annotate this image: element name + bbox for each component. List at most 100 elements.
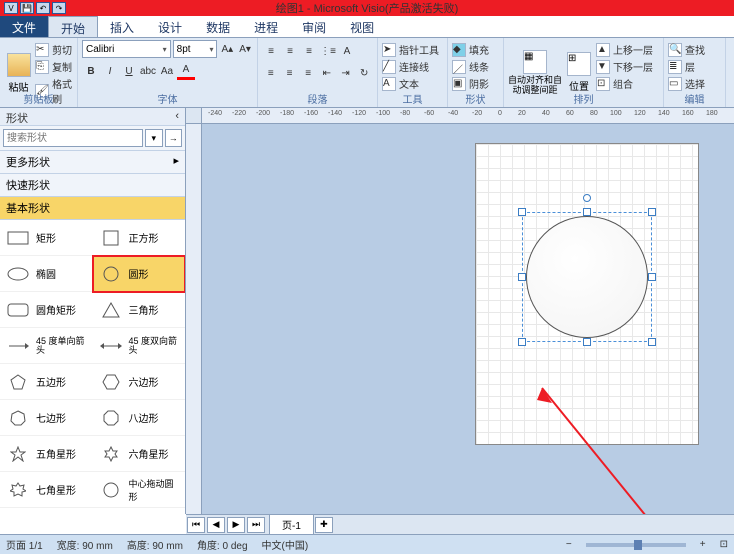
shape-circle[interactable]: 圆形 [93, 256, 186, 292]
shape-right-triangle[interactable]: 直角三角形 [0, 508, 93, 514]
align-bot-button[interactable]: ≡ [300, 42, 318, 60]
indent-inc-button[interactable]: ⇥ [337, 64, 355, 82]
cut-button[interactable]: ✂剪切 [35, 42, 73, 57]
shadow-icon: ▣ [452, 77, 466, 91]
align-center-button[interactable]: ≡ [281, 64, 299, 82]
search-input[interactable] [3, 129, 143, 147]
shrink-font-button[interactable]: A▾ [237, 40, 253, 58]
copy-button[interactable]: ⎘复制 [35, 59, 73, 74]
search-dropdown-button[interactable]: ▾ [145, 129, 163, 147]
shape-rounded-rect[interactable]: 圆角矩形 [0, 292, 93, 328]
tab-file[interactable]: 文件 [0, 16, 48, 37]
align-left-button[interactable]: ≡ [262, 64, 280, 82]
grow-font-button[interactable]: A▴ [219, 40, 235, 58]
handle-sw[interactable] [518, 338, 526, 346]
selected-shape[interactable] [522, 212, 652, 342]
handle-nw[interactable] [518, 208, 526, 216]
case-button[interactable]: Aa [158, 62, 176, 80]
shape-hexagon[interactable]: 六边形 [93, 364, 186, 400]
page-next-button[interactable]: ▶ [227, 517, 245, 533]
group-button[interactable]: ⊡组合 [596, 76, 653, 91]
zoom-slider[interactable] [586, 543, 686, 547]
shape-center-drag-circle[interactable]: 中心拖动圆形 [93, 472, 186, 508]
bring-forward-button[interactable]: ▲上移一层 [596, 42, 653, 57]
italic-button[interactable]: I [101, 62, 119, 80]
shape-square[interactable]: 正方形 [93, 220, 186, 256]
handle-w[interactable] [518, 273, 526, 281]
tab-home[interactable]: 开始 [48, 16, 98, 37]
cat-quick-shapes[interactable]: 快速形状 [0, 174, 185, 197]
drawing-page[interactable] [476, 144, 698, 444]
rotate-handle[interactable] [583, 194, 591, 202]
handle-n[interactable] [583, 208, 591, 216]
page-prev-button[interactable]: ◀ [207, 517, 225, 533]
tab-review[interactable]: 审阅 [290, 16, 338, 37]
handle-e[interactable] [648, 273, 656, 281]
zoom-in-button[interactable]: + [700, 539, 706, 550]
font-color-button[interactable]: A [177, 62, 195, 80]
handle-ne[interactable] [648, 208, 656, 216]
undo-icon[interactable]: ↶ [36, 2, 50, 14]
indent-dec-button[interactable]: ⇤ [318, 64, 336, 82]
canvas-area[interactable]: -240-220-200-180-160-140-120-100-80-60-4… [186, 108, 734, 514]
shape-rect[interactable]: 矩形 [0, 220, 93, 256]
page-tab-1[interactable]: 页-1 [269, 514, 314, 535]
zoom-thumb[interactable] [634, 540, 642, 550]
find-button[interactable]: 🔍查找 [668, 42, 705, 57]
circle-shape[interactable] [526, 216, 648, 338]
tab-view[interactable]: 视图 [338, 16, 386, 37]
fill-button[interactable]: ◆填充 [452, 42, 489, 57]
save-icon[interactable]: 💾 [20, 2, 34, 14]
chevron-left-icon[interactable]: ‹ [175, 110, 179, 123]
tab-data[interactable]: 数据 [194, 16, 242, 37]
shape-star6[interactable]: 六角星形 [93, 436, 186, 472]
shape-arrow45-single[interactable]: 45 度单向箭头 [0, 328, 93, 364]
shape-pentagon[interactable]: 五边形 [0, 364, 93, 400]
align-top-button[interactable]: ≡ [262, 42, 280, 60]
tab-design[interactable]: 设计 [146, 16, 194, 37]
shape-heptagon[interactable]: 七边形 [0, 400, 93, 436]
cat-basic-shapes[interactable]: 基本形状 [0, 197, 185, 220]
underline-button[interactable]: U [120, 62, 138, 80]
titlebar: V 💾 ↶ ↷ 绘图1 - Microsoft Visio(产品激活失败) [0, 0, 734, 16]
shadow-button[interactable]: ▣阴影 [452, 76, 489, 91]
select-button[interactable]: ▭选择 [668, 76, 705, 91]
auto-align-icon: ▦ [523, 50, 547, 74]
handle-se[interactable] [648, 338, 656, 346]
connector-tool-button[interactable]: ╱连接线 [382, 59, 439, 74]
layers-button[interactable]: ≣层 [668, 59, 705, 74]
align-mid-button[interactable]: ≡ [281, 42, 299, 60]
search-go-button[interactable]: → [165, 129, 183, 147]
page-last-button[interactable]: ⏭ [247, 517, 265, 533]
handle-s[interactable] [583, 338, 591, 346]
fit-page-button[interactable]: ⊡ [720, 539, 728, 550]
add-page-button[interactable]: ✚ [315, 517, 333, 533]
shape-triangle[interactable]: 三角形 [93, 292, 186, 328]
font-name-combo[interactable]: Calibri▾ [82, 40, 171, 58]
cat-more-shapes[interactable]: 更多形状▸ [0, 151, 185, 174]
status-lang: 中文(中国) [262, 537, 309, 552]
send-back-button[interactable]: ▼下移一层 [596, 59, 653, 74]
align-right-button[interactable]: ≡ [299, 64, 317, 82]
line-button[interactable]: ／线条 [452, 59, 489, 74]
text-tool-button[interactable]: A文本 [382, 76, 439, 91]
zoom-out-button[interactable]: − [566, 539, 572, 550]
tab-insert[interactable]: 插入 [98, 16, 146, 37]
strike-button[interactable]: abc [139, 62, 157, 80]
shape-arrow45-double[interactable]: 45 度双向箭头 [93, 328, 186, 364]
rotate-text-button[interactable]: ↻ [355, 64, 373, 82]
shape-ellipse[interactable]: 椭圆 [0, 256, 93, 292]
bold-button[interactable]: B [82, 62, 100, 80]
bullets-button[interactable]: ⋮≡ [319, 42, 337, 60]
page-first-button[interactable]: ⏮ [187, 517, 205, 533]
shape-octagon[interactable]: 八边形 [93, 400, 186, 436]
char-scale-button[interactable]: A [338, 42, 356, 60]
font-size-combo[interactable]: 8pt▾ [173, 40, 218, 58]
shape-star5[interactable]: 五角星形 [0, 436, 93, 472]
copy-icon: ⎘ [35, 60, 49, 74]
tab-process[interactable]: 进程 [242, 16, 290, 37]
shape-star7[interactable]: 七角星形 [0, 472, 93, 508]
shape-cross[interactable]: 十字形 [93, 508, 186, 514]
pointer-tool-button[interactable]: ➤指针工具 [382, 42, 439, 57]
redo-icon[interactable]: ↷ [52, 2, 66, 14]
